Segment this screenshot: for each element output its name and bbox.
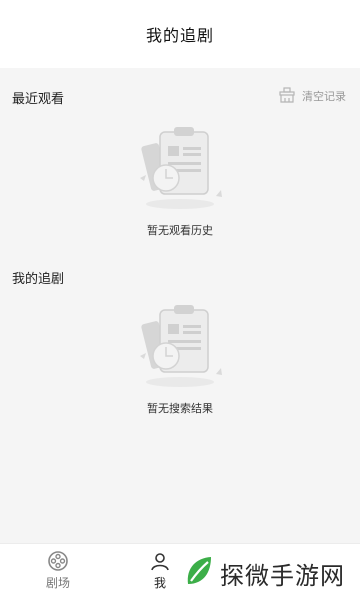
following-empty-state: 暂无搜索结果 bbox=[0, 296, 360, 416]
recent-empty-text: 暂无观看历史 bbox=[147, 224, 213, 237]
broom-icon bbox=[278, 86, 296, 106]
leaf-logo-icon bbox=[184, 554, 214, 592]
tab-theater-label: 剧场 bbox=[45, 576, 70, 590]
empty-clipboard-icon bbox=[0, 296, 360, 392]
page-title: 我的追剧 bbox=[145, 26, 214, 45]
tab-theater[interactable]: 剧场 bbox=[28, 550, 88, 591]
empty-clipboard-icon bbox=[0, 118, 360, 214]
site-watermark: 探微手游网 bbox=[174, 546, 360, 600]
film-reel-icon bbox=[28, 550, 88, 572]
clear-history-label: 清空记录 bbox=[302, 90, 346, 103]
recent-section-title: 最近观看 bbox=[12, 92, 65, 107]
recent-empty-state: 暂无观看历史 bbox=[0, 118, 360, 238]
watermark-text: 探微手游网 bbox=[220, 561, 345, 590]
following-empty-text: 暂无搜索结果 bbox=[147, 402, 213, 415]
clear-history-button[interactable]: 清空记录 bbox=[278, 86, 346, 106]
app-header: 我的追剧 bbox=[0, 0, 360, 68]
following-section-title: 我的追剧 bbox=[12, 272, 65, 287]
